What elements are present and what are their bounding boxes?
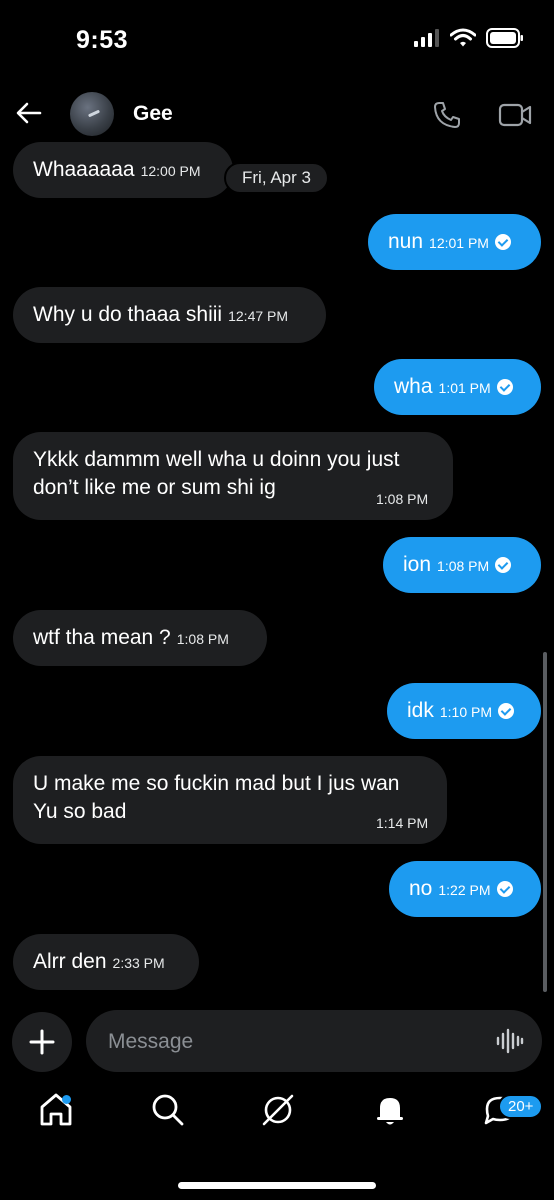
message-time: 1:10 PM [439, 704, 492, 720]
incoming-message[interactable]: wtf tha mean ? 1:08 PM [13, 610, 267, 666]
status-time: 9:53 [76, 26, 129, 54]
date-chip: Fri, Apr 3 [224, 162, 329, 194]
message-time: 1:22 PM [438, 882, 491, 898]
grok-icon[interactable] [258, 1090, 298, 1130]
message-text-line: Yu so bad [33, 800, 127, 823]
battery-icon [486, 28, 523, 48]
message-text: Whaaaaaa [33, 158, 135, 181]
status-icons [414, 28, 524, 48]
outgoing-message[interactable]: ion 1:08 PM [383, 537, 541, 593]
message-text: no [409, 877, 433, 900]
message-time: 1:08 PM [176, 631, 229, 647]
message-time: 1:08 PM [437, 558, 490, 574]
message-text: Alrr den [33, 950, 107, 973]
signal-icon [414, 29, 439, 47]
add-media-button[interactable] [12, 1012, 72, 1072]
message-time: 1:08 PM [376, 491, 429, 507]
back-arrow-icon[interactable] [14, 98, 44, 128]
video-icon[interactable] [498, 100, 532, 130]
incoming-message[interactable]: Whaaaaaa 12:00 PM [13, 142, 233, 198]
outgoing-message[interactable]: no 1:22 PM [389, 861, 541, 917]
message-time: 12:00 PM [140, 163, 201, 179]
outgoing-message[interactable]: nun 12:01 PM [368, 214, 541, 270]
avatar[interactable] [70, 92, 114, 136]
message-text: ion [403, 553, 432, 576]
message-time: 1:14 PM [376, 815, 429, 831]
home-notification-dot [62, 1095, 71, 1104]
message-text: idk [407, 699, 434, 722]
status-bar: 9:53 [0, 0, 554, 80]
message-time: 2:33 PM [112, 955, 165, 971]
message-text: nun [388, 230, 424, 253]
contact-name[interactable]: Gee [133, 102, 173, 126]
message-composer[interactable] [86, 1010, 542, 1074]
message-input[interactable] [106, 1010, 480, 1074]
message-time: 12:01 PM [429, 235, 489, 251]
message-text: wha [394, 375, 433, 398]
message-time: 12:47 PM [228, 308, 289, 324]
read-check-icon [495, 557, 512, 573]
bottom-nav [0, 1090, 554, 1150]
home-indicator[interactable] [178, 1182, 376, 1189]
voice-wave-icon[interactable] [496, 1028, 524, 1054]
message-text: wtf tha mean ? [33, 626, 171, 649]
messages-badge: 20+ [498, 1094, 544, 1119]
outgoing-message[interactable]: idk 1:10 PM [387, 683, 541, 739]
read-check-icon [494, 234, 511, 250]
read-check-icon [496, 379, 513, 395]
scrollbar[interactable] [543, 652, 547, 992]
incoming-message[interactable]: Alrr den 2:33 PM [13, 934, 199, 990]
message-text: Why u do thaaa shiii [33, 303, 223, 326]
message-text-line: U make me so fuckin mad but I jus wan [33, 772, 400, 795]
search-icon[interactable] [148, 1090, 188, 1130]
phone-icon[interactable] [432, 100, 462, 130]
message-text-line: don’t like me or sum shi ig [33, 476, 276, 499]
read-check-icon [496, 881, 513, 897]
plus-icon [29, 1029, 55, 1055]
conversation-header: Gee [0, 86, 554, 146]
bell-icon[interactable] [370, 1090, 410, 1130]
incoming-message[interactable]: Why u do thaaa shiii 12:47 PM [13, 287, 326, 343]
outgoing-message[interactable]: wha 1:01 PM [374, 359, 541, 415]
read-check-icon [498, 703, 514, 719]
message-text-line: Ykkk dammm well wha u doinn you just [33, 448, 400, 471]
message-time: 1:01 PM [438, 380, 491, 396]
wifi-icon [450, 28, 476, 47]
